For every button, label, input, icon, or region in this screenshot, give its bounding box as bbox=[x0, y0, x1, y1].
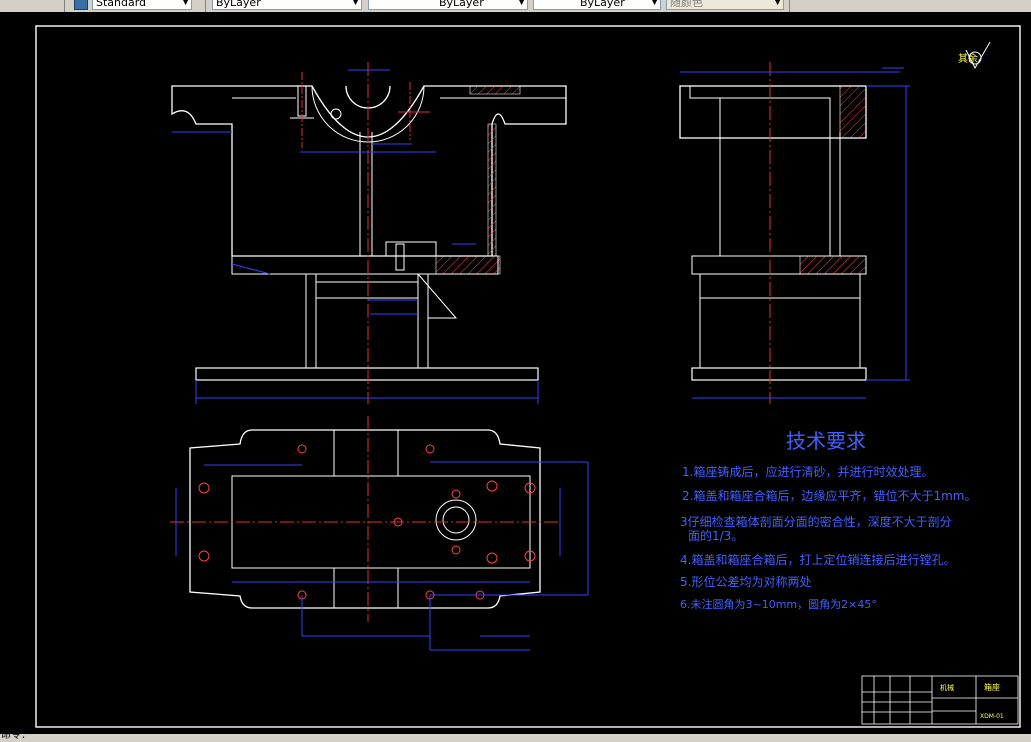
tech-line-1: 1.箱座铸成后，应进行清砂，并进行时效处理。 bbox=[682, 464, 933, 479]
technical-requirements: 技术要求 1.箱座铸成后，应进行清砂，并进行时效处理。 2.箱盖和箱座合箱后，边… bbox=[680, 429, 976, 611]
tech-line-7: 6.未注圆角为3~10mm，圆角为2×45° bbox=[680, 597, 877, 611]
plot-style-value: 随颜色 bbox=[670, 0, 703, 9]
layer-dropdown[interactable]: ByLayer ▼ bbox=[212, 0, 362, 10]
side-view bbox=[679, 62, 910, 404]
text-style-dropdown[interactable]: Standard ▼ bbox=[92, 0, 192, 10]
tech-title: 技术要求 bbox=[786, 429, 866, 453]
plot-style-dropdown[interactable]: 随颜色 ▼ bbox=[666, 0, 784, 10]
chevron-down-icon: ▼ bbox=[518, 0, 525, 7]
cad-drawing[interactable]: 其余 技术要求 1.箱座铸成后，应进行清砂，并进行时效处理。 2.箱盖和箱座合箱… bbox=[0, 12, 1031, 734]
top-view bbox=[170, 416, 589, 651]
title-block: 机械 箱座 XDM-01 bbox=[861, 675, 1019, 725]
chevron-down-icon: ▼ bbox=[651, 0, 658, 7]
roughness-symbol: 其余 bbox=[958, 41, 991, 70]
color-value: ByLayer bbox=[439, 0, 484, 9]
tech-line-2: 2.箱盖和箱座合箱后，边缘应平齐，错位不大于1mm。 bbox=[682, 488, 976, 503]
text-style-value: Standard bbox=[96, 0, 147, 9]
linetype-dropdown[interactable]: ByLayer ▼ bbox=[533, 0, 661, 10]
drawing-border bbox=[35, 25, 1021, 728]
chevron-down-icon: ▼ bbox=[182, 0, 189, 7]
toolbar-separator bbox=[205, 0, 206, 12]
drawing-canvas[interactable]: 其余 技术要求 1.箱座铸成后，应进行清砂，并进行时效处理。 2.箱盖和箱座合箱… bbox=[0, 12, 1031, 734]
toolbar-separator bbox=[64, 0, 65, 12]
chevron-down-icon: ▼ bbox=[774, 0, 781, 7]
drawing-number: XDM-01 bbox=[980, 713, 1004, 720]
school-name: 机械 bbox=[940, 683, 954, 692]
color-dropdown[interactable]: ByLayer ▼ bbox=[368, 0, 528, 10]
part-name: 箱座 bbox=[984, 682, 1000, 692]
chevron-down-icon: ▼ bbox=[352, 0, 359, 7]
tech-line-5: 4.箱盖和箱座合箱后，打上定位销连接后进行镗孔。 bbox=[680, 552, 955, 567]
tech-line-3: 3仔细检查箱体剖面分面的密合性，深度不大于剖分 bbox=[680, 514, 952, 529]
text-style-icon[interactable] bbox=[74, 0, 88, 10]
toolbar-separator bbox=[789, 0, 790, 12]
tech-line-4: 面的1/3。 bbox=[688, 528, 743, 543]
command-prompt: 命令： bbox=[1, 734, 31, 741]
front-view bbox=[171, 62, 567, 404]
tech-line-6: 5.形位公差均为对称两处 bbox=[680, 574, 811, 589]
linetype-value: ByLayer bbox=[580, 0, 625, 9]
layer-value: ByLayer bbox=[216, 0, 261, 9]
command-line[interactable]: 命令： bbox=[0, 734, 1031, 742]
